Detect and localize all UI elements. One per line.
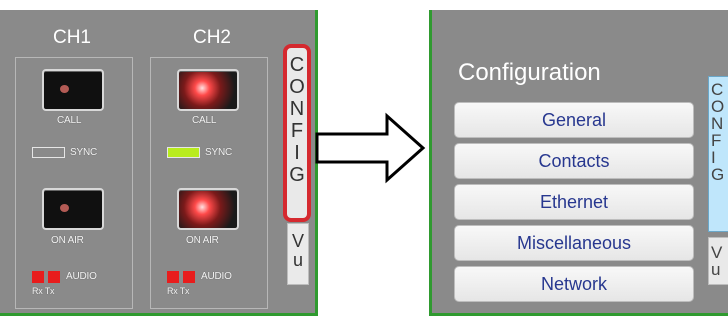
miscellaneous-button[interactable]: Miscellaneous <box>454 225 694 261</box>
audio-label-ch1: AUDIO <box>66 271 97 282</box>
audio-rx-led-ch1 <box>32 271 44 283</box>
on-air-label-ch2: ON AIR <box>186 235 219 246</box>
config-letter: C <box>289 54 305 76</box>
vu-tab[interactable]: V u <box>287 223 309 285</box>
sync-label-ch2: SYNC <box>205 147 232 158</box>
contacts-button[interactable]: Contacts <box>454 143 694 179</box>
audio-label-ch2: AUDIO <box>201 271 232 282</box>
config-letter: F <box>290 120 304 142</box>
audio-rx-led-ch2 <box>167 271 179 283</box>
rxtx-label-ch1: Rx Tx <box>32 286 55 296</box>
sync-indicator-ch1 <box>32 147 65 158</box>
config-letter: I <box>294 142 300 164</box>
general-button[interactable]: General <box>454 102 694 138</box>
sync-indicator-ch2 <box>167 147 200 158</box>
audio-tx-led-ch2 <box>183 271 195 283</box>
on-air-button-ch2[interactable] <box>177 188 239 230</box>
ch2-title: CH2 <box>192 27 231 48</box>
config-letter: N <box>711 114 724 133</box>
rxtx-label-ch2: Rx Tx <box>167 286 190 296</box>
call-label-ch1: CALL <box>57 115 82 126</box>
config-letter: O <box>711 97 725 116</box>
configuration-panel: Configuration General Contacts Ethernet … <box>429 10 728 316</box>
network-button[interactable]: Network <box>454 266 694 302</box>
audio-tx-led-ch1 <box>48 271 60 283</box>
config-letter: N <box>289 98 305 120</box>
vu-letter: V <box>291 231 304 251</box>
config-letter: F <box>711 131 722 150</box>
vu-letter: V <box>711 243 723 262</box>
call-led-icon <box>60 85 69 93</box>
ethernet-button[interactable]: Ethernet <box>454 184 694 220</box>
configuration-title: Configuration <box>458 59 601 86</box>
config-tab-highlighted[interactable]: C O N F I G <box>283 44 311 222</box>
channel-1-box: CALL SYNC ON AIR AUDIO Rx Tx <box>15 57 133 309</box>
channel-panel: CH1 CALL SYNC ON AIR AUDIO Rx Tx CH2 CAL… <box>0 10 318 316</box>
on-air-label-ch1: ON AIR <box>51 235 84 246</box>
call-button-ch2[interactable] <box>177 69 239 111</box>
vu-letter: u <box>292 250 303 270</box>
config-tab-active[interactable]: C O N F I G <box>708 76 728 232</box>
on-air-button-ch1[interactable] <box>42 188 104 230</box>
config-letter: I <box>711 148 716 167</box>
channel-2-box: CALL SYNC ON AIR AUDIO Rx Tx <box>150 57 268 309</box>
vu-letter: u <box>711 260 721 279</box>
sync-label-ch1: SYNC <box>70 147 97 158</box>
vu-tab[interactable]: V u <box>708 237 728 285</box>
config-letter: G <box>289 164 305 186</box>
config-letter: C <box>711 80 724 99</box>
on-air-led-icon <box>60 204 69 212</box>
config-letter: G <box>711 165 725 184</box>
ch1-title: CH1 <box>52 27 91 48</box>
call-button-ch1[interactable] <box>42 69 104 111</box>
config-letter: O <box>289 76 305 98</box>
right-arrow-icon <box>315 112 426 184</box>
call-label-ch2: CALL <box>192 115 217 126</box>
